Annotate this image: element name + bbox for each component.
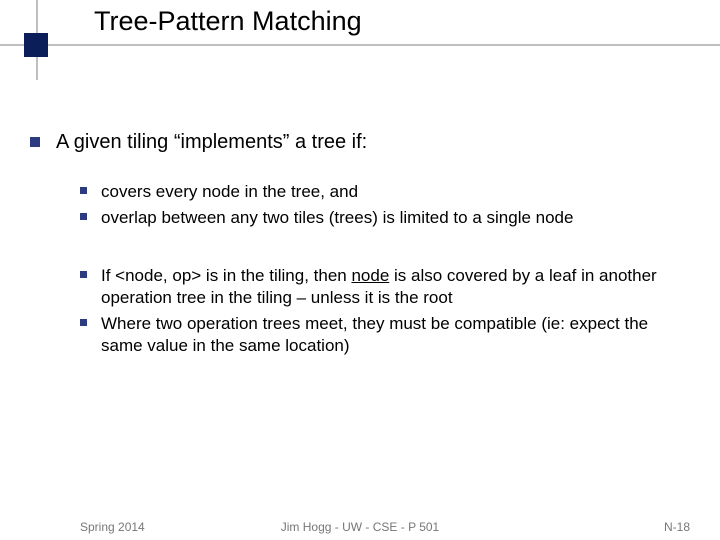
list-item: A given tiling “implements” a tree if: <box>30 130 690 155</box>
list-item: If <node, op> is in the tiling, then nod… <box>80 265 690 309</box>
slide: Tree-Pattern Matching A given tiling “im… <box>0 0 720 540</box>
sub-text-b: overlap between any two tiles (trees) is… <box>101 207 573 229</box>
footer-right: N-18 <box>664 520 690 534</box>
list-item: covers every node in the tree, and <box>80 181 690 203</box>
sub-list: covers every node in the tree, and overl… <box>80 181 690 358</box>
sub-text-d: Where two operation trees meet, they mus… <box>101 313 690 357</box>
sub-text-c-underlined: node <box>351 266 389 285</box>
footer-center: Jim Hogg - UW - CSE - P 501 <box>0 520 720 534</box>
sub-text-c: If <node, op> is in the tiling, then nod… <box>101 265 690 309</box>
slide-title: Tree-Pattern Matching <box>94 6 362 37</box>
slide-body: A given tiling “implements” a tree if: c… <box>30 130 690 362</box>
list-item: Where two operation trees meet, they mus… <box>80 313 690 357</box>
list-item: overlap between any two tiles (trees) is… <box>80 207 690 229</box>
square-bullet-icon <box>80 213 87 220</box>
square-bullet-icon <box>80 319 87 326</box>
title-corner-square-icon <box>24 33 48 57</box>
title-horizontal-rule <box>0 44 720 46</box>
lead-text: A given tiling “implements” a tree if: <box>56 130 367 155</box>
square-bullet-icon <box>30 137 40 147</box>
sub-text-c-pre: If <node, op> is in the tiling, then <box>101 266 351 285</box>
title-area: Tree-Pattern Matching <box>0 0 720 70</box>
square-bullet-icon <box>80 271 87 278</box>
square-bullet-icon <box>80 187 87 194</box>
sub-text-a: covers every node in the tree, and <box>101 181 358 203</box>
